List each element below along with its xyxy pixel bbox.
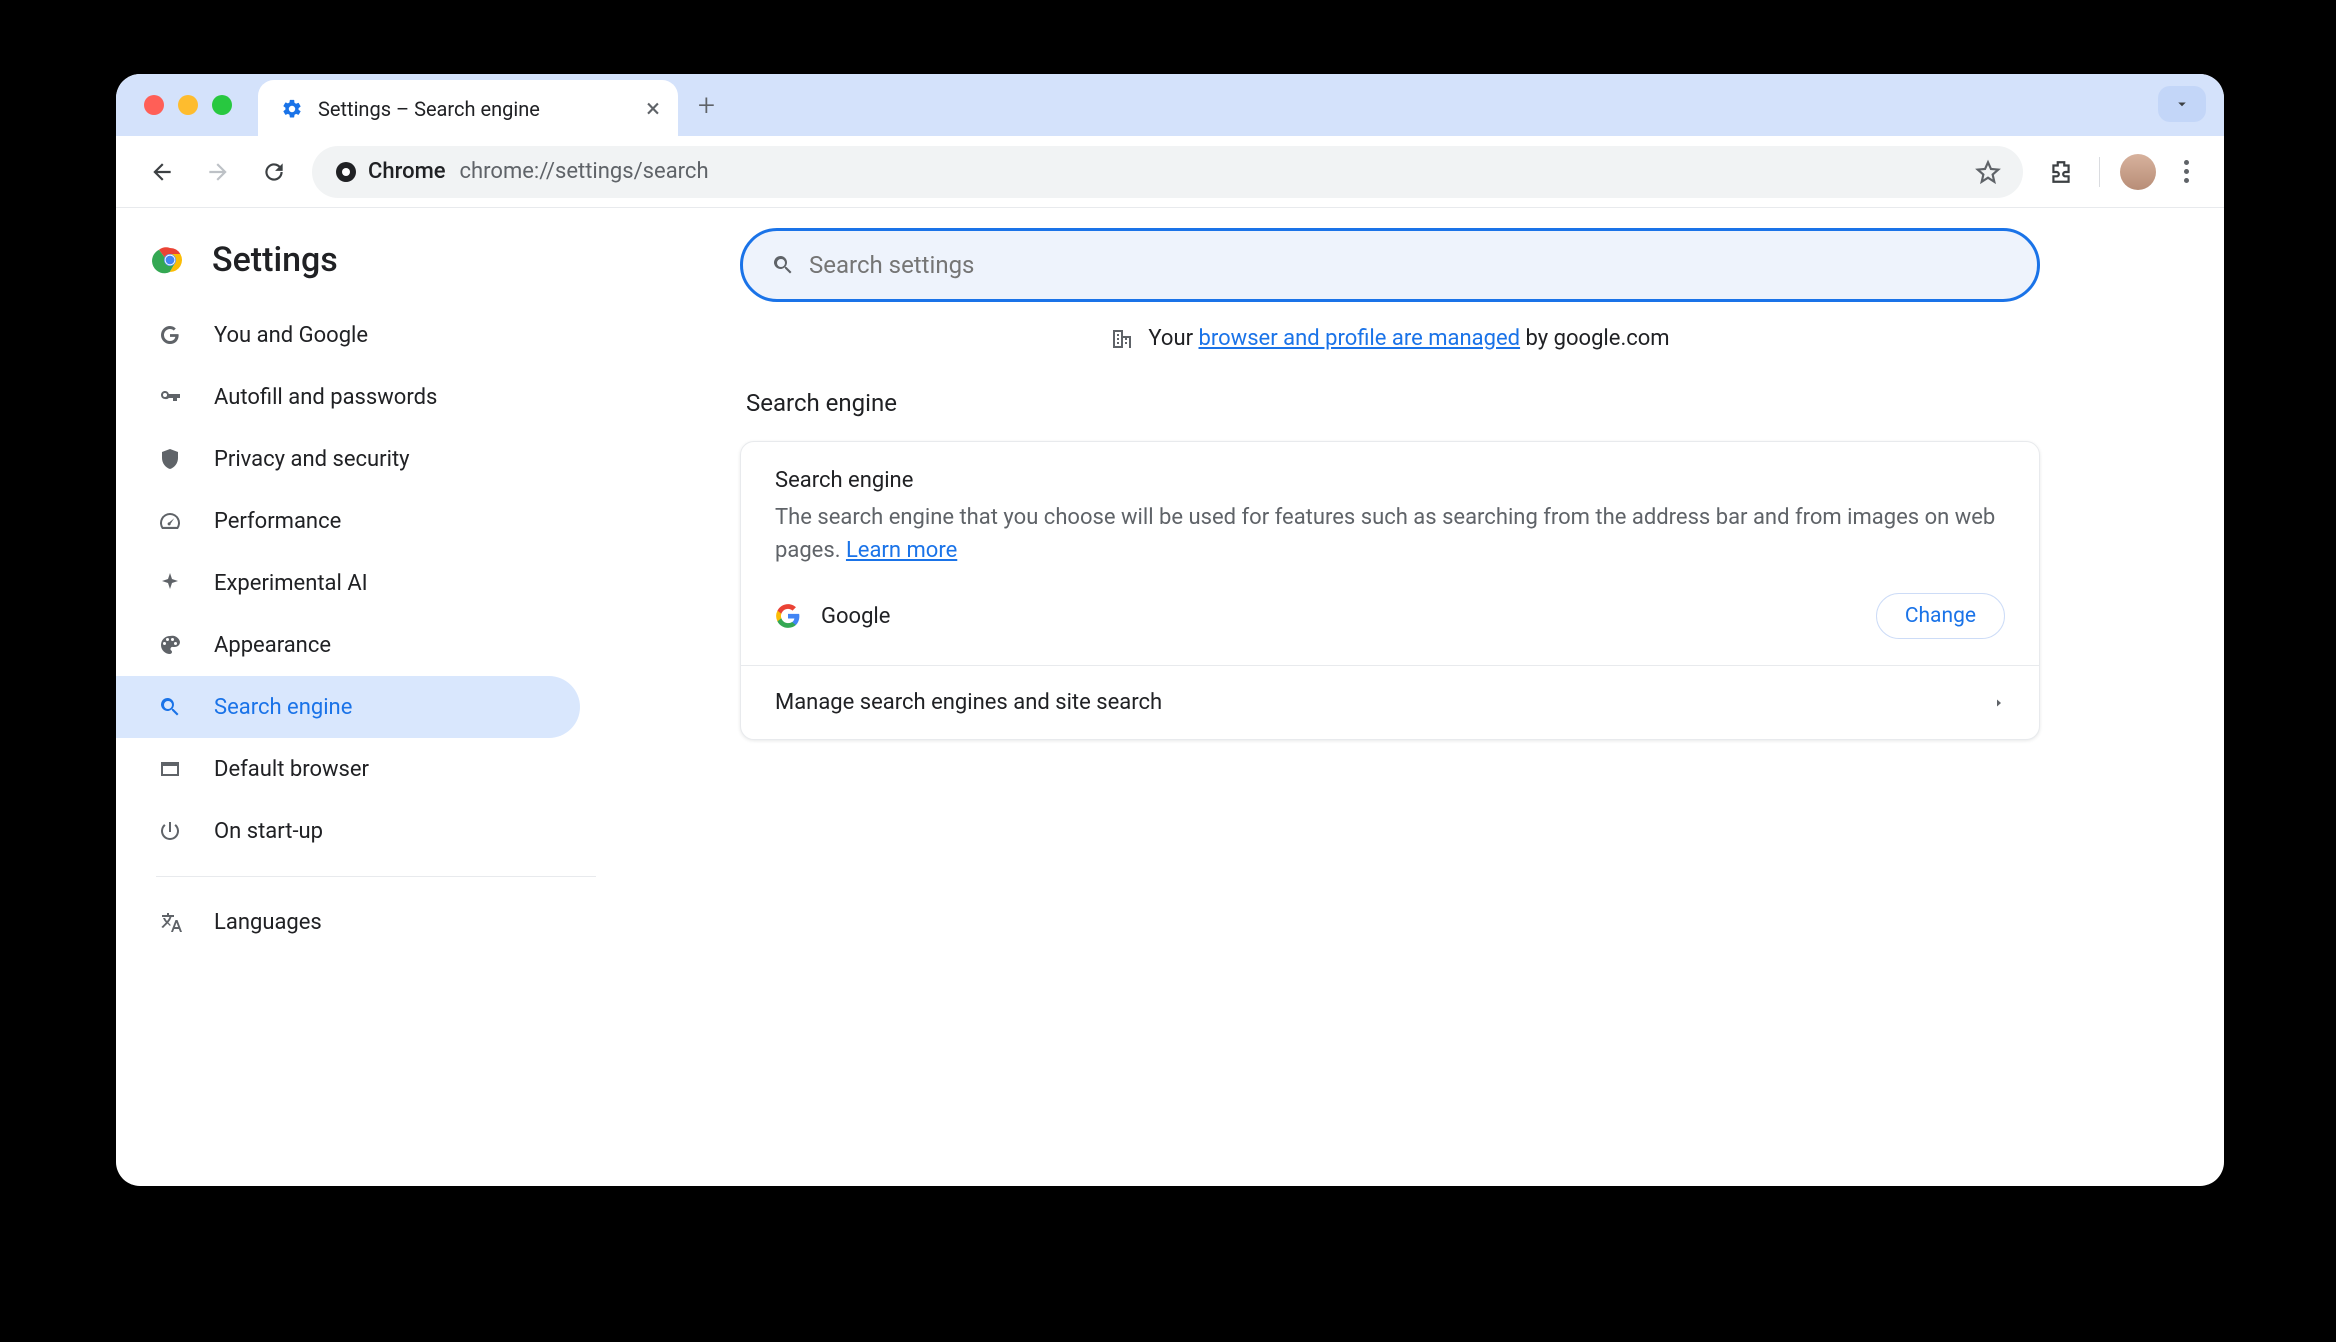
new-tab-button[interactable]: +	[698, 88, 715, 123]
google-logo-icon	[775, 603, 801, 629]
managed-suffix: by google.com	[1520, 326, 1670, 351]
window-minimize-button[interactable]	[178, 95, 198, 115]
separator	[2099, 157, 2100, 187]
palette-icon	[156, 631, 184, 659]
managed-banner: Your browser and profile are managed by …	[740, 326, 2040, 351]
sidebar-item-appearance[interactable]: Appearance	[116, 614, 580, 676]
tab-close-button[interactable]: ×	[646, 96, 660, 122]
nav-forward-button[interactable]	[196, 150, 240, 194]
search-icon	[771, 253, 795, 277]
tab-search-button[interactable]	[2158, 86, 2206, 122]
sidebar-item-performance[interactable]: Performance	[116, 490, 580, 552]
window-close-button[interactable]	[144, 95, 164, 115]
power-icon	[156, 817, 184, 845]
search-settings-input[interactable]	[809, 251, 2009, 279]
tab-favicon-settings-icon	[280, 97, 304, 121]
chrome-logo-icon	[152, 242, 188, 278]
address-bar[interactable]: Chrome chrome://settings/search	[312, 146, 2023, 198]
main-panel: Your browser and profile are managed by …	[596, 208, 2224, 1186]
browser-window: Settings – Search engine × + Chrome	[116, 74, 2224, 1186]
sidebar-item-languages[interactable]: Languages	[116, 891, 580, 953]
sidebar-item-label: Languages	[214, 910, 322, 935]
sidebar-item-label: Performance	[214, 509, 341, 534]
search-engine-card: Search engine The search engine that you…	[740, 441, 2040, 740]
sidebar-item-on-startup[interactable]: On start-up	[116, 800, 580, 862]
sidebar-item-label: You and Google	[214, 323, 368, 348]
google-g-icon	[156, 321, 184, 349]
manage-row-label: Manage search engines and site search	[775, 690, 1162, 715]
nav-back-button[interactable]	[140, 150, 184, 194]
managed-prefix: Your	[1148, 326, 1198, 351]
site-chip: Chrome	[334, 159, 446, 184]
bookmark-star-icon[interactable]	[1975, 159, 2001, 185]
sidebar-item-privacy[interactable]: Privacy and security	[116, 428, 580, 490]
sidebar-item-you-and-google[interactable]: You and Google	[116, 304, 580, 366]
url-text: chrome://settings/search	[460, 159, 709, 184]
browser-tab[interactable]: Settings – Search engine ×	[258, 80, 678, 138]
browser-window-icon	[156, 755, 184, 783]
card-heading: Search engine	[775, 468, 2005, 493]
sidebar-divider	[156, 876, 596, 877]
learn-more-link[interactable]: Learn more	[846, 538, 957, 563]
site-chip-label: Chrome	[368, 159, 446, 184]
speedometer-icon	[156, 507, 184, 535]
sidebar-item-experimental-ai[interactable]: Experimental AI	[116, 552, 580, 614]
chevron-right-icon	[1993, 697, 2005, 709]
current-engine-name: Google	[821, 604, 890, 629]
sidebar-item-label: Autofill and passwords	[214, 385, 437, 410]
sidebar-header: Settings	[116, 226, 596, 304]
content-area: Settings You and Google Autofill and pas…	[116, 208, 2224, 1186]
sparkle-icon	[156, 569, 184, 597]
sidebar-item-label: Experimental AI	[214, 571, 368, 596]
sidebar-item-label: On start-up	[214, 819, 323, 844]
sidebar-item-label: Default browser	[214, 757, 369, 782]
sidebar: Settings You and Google Autofill and pas…	[116, 208, 596, 1186]
change-engine-button[interactable]: Change	[1876, 593, 2005, 639]
key-icon	[156, 383, 184, 411]
manage-search-engines-row[interactable]: Manage search engines and site search	[741, 666, 2039, 739]
sidebar-item-autofill[interactable]: Autofill and passwords	[116, 366, 580, 428]
sidebar-item-search-engine[interactable]: Search engine	[116, 676, 580, 738]
sidebar-item-label: Privacy and security	[214, 447, 410, 472]
window-controls	[144, 95, 232, 115]
window-maximize-button[interactable]	[212, 95, 232, 115]
titlebar: Settings – Search engine × +	[116, 74, 2224, 136]
nav-reload-button[interactable]	[252, 150, 296, 194]
sidebar-title: Settings	[212, 240, 338, 280]
sidebar-item-label: Search engine	[214, 695, 352, 720]
current-engine-row: Google Change	[775, 593, 2005, 639]
section-title: Search engine	[746, 389, 2040, 417]
profile-avatar-button[interactable]	[2120, 154, 2156, 190]
managed-link[interactable]: browser and profile are managed	[1199, 326, 1521, 351]
search-icon	[156, 693, 184, 721]
tab-title: Settings – Search engine	[318, 97, 540, 121]
extensions-button[interactable]	[2039, 150, 2083, 194]
chrome-logo-icon	[334, 160, 358, 184]
sidebar-item-label: Appearance	[214, 633, 331, 658]
toolbar: Chrome chrome://settings/search	[116, 136, 2224, 208]
building-icon	[1110, 327, 1134, 351]
shield-icon	[156, 445, 184, 473]
sidebar-item-default-browser[interactable]: Default browser	[116, 738, 580, 800]
card-description: The search engine that you choose will b…	[775, 501, 2005, 567]
chevron-down-icon	[2173, 95, 2191, 113]
search-settings-box[interactable]	[740, 228, 2040, 302]
translate-icon	[156, 908, 184, 936]
chrome-menu-button[interactable]	[2166, 160, 2206, 183]
